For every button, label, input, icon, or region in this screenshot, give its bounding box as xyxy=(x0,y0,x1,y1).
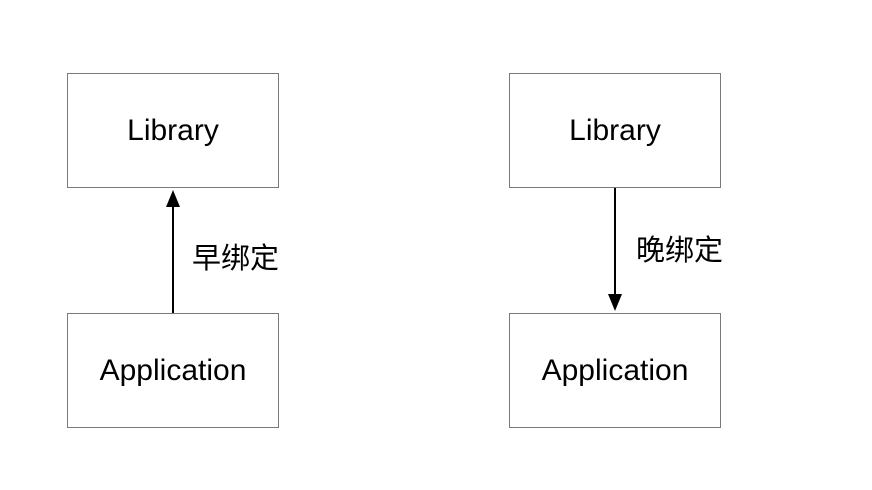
library-box-early-label: Library xyxy=(127,113,219,147)
late-binding-arrow xyxy=(608,188,622,311)
early-binding-label: 早绑定 xyxy=(192,241,280,275)
application-box-late-label: Application xyxy=(541,353,689,387)
late-binding-arrowhead xyxy=(608,294,622,311)
binding-diagram-canvas: Library Application 早绑定 Library Applicat… xyxy=(0,0,872,490)
early-binding-arrow xyxy=(166,190,180,313)
late-binding-label: 晚绑定 xyxy=(636,233,724,267)
library-box-early: Library xyxy=(67,73,279,188)
early-binding-arrowhead xyxy=(166,190,180,207)
library-box-late: Library xyxy=(509,73,721,188)
application-box-late: Application xyxy=(509,313,721,428)
application-box-early: Application xyxy=(67,313,279,428)
application-box-early-label: Application xyxy=(99,353,247,387)
library-box-late-label: Library xyxy=(569,113,661,147)
